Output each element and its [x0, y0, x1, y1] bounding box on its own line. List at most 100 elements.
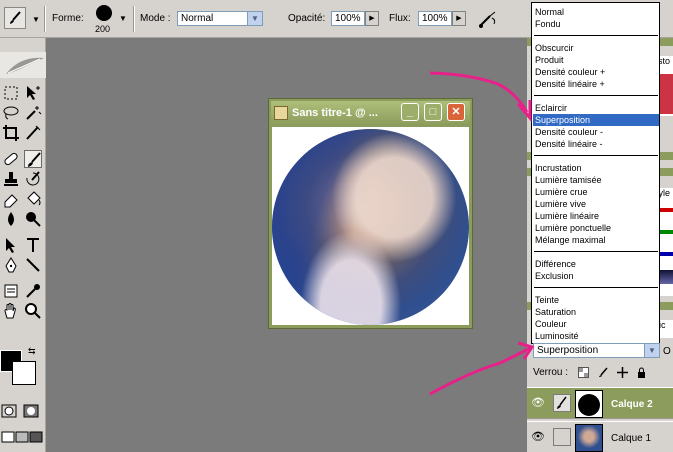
layer-thumbnail [575, 424, 603, 452]
blend-option-saturation[interactable]: Saturation [535, 306, 659, 318]
brush-link-icon[interactable] [553, 394, 571, 412]
standard-mode-icon[interactable] [0, 402, 18, 420]
blend-option-difference[interactable]: Différence [535, 258, 659, 270]
blend-option-exclusion[interactable]: Exclusion [535, 270, 659, 282]
brush-tool-preset-icon[interactable] [4, 7, 26, 29]
marquee-tool-icon[interactable] [2, 84, 20, 102]
crop-tool-icon[interactable] [2, 124, 20, 142]
chevron-down-icon[interactable]: ▼ [644, 344, 659, 357]
brush-size-value: 200 [95, 24, 111, 34]
flux-input[interactable]: 100% [418, 11, 452, 26]
document-icon [274, 106, 288, 120]
layer-name: Calque 2 [611, 399, 653, 410]
separator [44, 6, 46, 32]
visibility-eye-icon[interactable]: 👁 [531, 430, 547, 444]
blend-mode-select[interactable]: Superposition ▼ [533, 343, 660, 358]
blend-mode-dropdown-list[interactable]: Normal Fondu Obscurcir Produit Densité c… [531, 2, 660, 344]
brush-dropdown-icon[interactable]: ▼ [119, 14, 127, 23]
blur-tool-icon[interactable] [2, 210, 20, 228]
layer-row[interactable]: 👁 Calque 2 [527, 387, 673, 419]
blend-option-lumiere-ponctuelle[interactable]: Lumière ponctuelle [535, 222, 659, 234]
healing-brush-tool-icon[interactable] [2, 150, 20, 168]
blend-option-lumiere-vive[interactable]: Lumière vive [535, 198, 659, 210]
notes-tool-icon[interactable] [2, 282, 20, 300]
hand-tool-icon[interactable] [2, 302, 20, 320]
toolbox: ⇆ [0, 38, 46, 452]
annotation-arrow-bottom [429, 346, 531, 396]
slice-tool-icon[interactable] [24, 124, 42, 142]
flux-label: Flux: [389, 13, 411, 24]
opacity-label: Opacité: [288, 13, 326, 24]
blend-option-incrustation[interactable]: Incrustation [535, 162, 659, 174]
brush-tool-icon[interactable] [24, 150, 42, 168]
mode-select[interactable]: Normal ▼ [177, 11, 263, 26]
blend-option-fondu[interactable]: Fondu [535, 18, 659, 30]
layer-name: Calque 1 [611, 433, 652, 444]
tool-preset-dropdown-icon[interactable]: ▼ [32, 15, 40, 24]
dodge-tool-icon[interactable] [24, 210, 42, 228]
blend-option-lumiere-lineaire[interactable]: Lumière linéaire [535, 210, 659, 222]
maximize-button[interactable]: □ [424, 103, 442, 121]
mode-select-value: Normal [181, 13, 214, 24]
chevron-down-icon[interactable]: ▼ [247, 12, 262, 25]
opacity-slider-button[interactable]: ▶ [365, 11, 379, 26]
layer-link-box[interactable] [553, 428, 571, 446]
screen-mode-full-icon[interactable] [28, 428, 46, 446]
lasso-tool-icon[interactable] [2, 104, 20, 122]
separator [534, 155, 658, 156]
background-color-swatch[interactable] [12, 361, 36, 385]
eraser-tool-icon[interactable] [2, 190, 20, 208]
lock-label: Verrou : [533, 367, 569, 378]
type-tool-icon[interactable] [24, 236, 42, 254]
document-title: Sans titre-1 @ ... [292, 107, 378, 119]
eyedropper-tool-icon[interactable] [24, 282, 42, 300]
brush-shape-icon[interactable] [95, 4, 113, 22]
quick-mask-mode-icon[interactable] [22, 402, 40, 420]
visibility-eye-icon[interactable]: 👁 [531, 396, 547, 410]
paint-bucket-tool-icon[interactable] [24, 190, 42, 208]
blend-option-densite-couleur-moins[interactable]: Densité couleur - [535, 126, 659, 138]
blend-option-produit[interactable]: Produit [535, 54, 659, 66]
move-tool-icon[interactable] [24, 84, 42, 102]
blend-option-densite-couleur-plus[interactable]: Densité couleur + [535, 66, 659, 78]
blend-option-lumiere-crue[interactable]: Lumière crue [535, 186, 659, 198]
magic-wand-tool-icon[interactable] [24, 104, 42, 122]
blend-option-obscurcir[interactable]: Obscurcir [535, 42, 659, 54]
swap-colors-icon[interactable]: ⇆ [28, 346, 36, 357]
separator [534, 251, 658, 252]
blend-option-eclaircir[interactable]: Eclaircir [535, 102, 659, 114]
blend-option-lumiere-tamisee[interactable]: Lumière tamisée [535, 174, 659, 186]
blend-option-melange-maximal[interactable]: Mélange maximal [535, 234, 659, 246]
zoom-tool-icon[interactable] [24, 302, 42, 320]
forme-label: Forme: [52, 13, 84, 24]
blend-option-densite-lineaire-plus[interactable]: Densité linéaire + [535, 78, 659, 90]
line-tool-icon[interactable] [24, 256, 42, 274]
lock-all-icon[interactable] [636, 367, 647, 378]
blend-option-couleur[interactable]: Couleur [535, 318, 659, 330]
feather-logo-icon [0, 52, 46, 78]
blend-mode-select-value: Superposition [537, 345, 599, 356]
pen-tool-icon[interactable] [2, 256, 20, 274]
history-brush-tool-icon[interactable] [24, 170, 42, 188]
document-window[interactable]: Sans titre-1 @ ... _ □ ✕ [268, 98, 473, 329]
flux-slider-button[interactable]: ▶ [452, 11, 466, 26]
clone-stamp-tool-icon[interactable] [2, 170, 20, 188]
path-selection-tool-icon[interactable] [2, 236, 20, 254]
canvas[interactable] [272, 127, 469, 325]
blend-option-luminosite[interactable]: Luminosité [535, 330, 659, 342]
lock-pixels-icon[interactable] [598, 367, 609, 378]
blend-option-densite-lineaire-moins[interactable]: Densité linéaire - [535, 138, 659, 150]
lock-position-icon[interactable] [617, 367, 628, 378]
minimize-button[interactable]: _ [401, 103, 419, 121]
layer-thumbnail [575, 390, 603, 418]
close-button[interactable]: ✕ [447, 103, 465, 121]
blend-option-normal[interactable]: Normal [535, 6, 659, 18]
airbrush-icon[interactable] [476, 8, 500, 30]
separator [133, 6, 135, 32]
separator [534, 95, 658, 96]
lock-transparency-icon[interactable] [578, 367, 589, 378]
blend-option-superposition[interactable]: Superposition [533, 114, 659, 126]
layer-row[interactable]: 👁 Calque 1 [527, 421, 673, 452]
blend-option-teinte[interactable]: Teinte [535, 294, 659, 306]
opacity-input[interactable]: 100% [331, 11, 365, 26]
